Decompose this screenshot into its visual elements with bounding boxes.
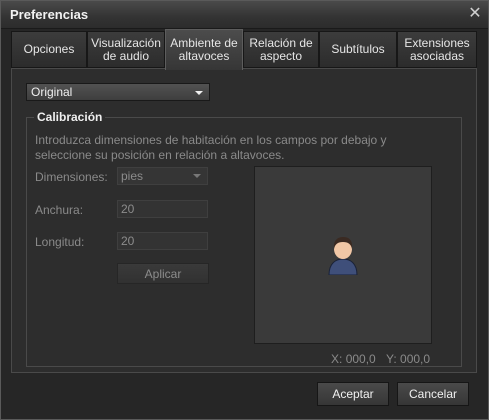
y-label: Y: — [386, 352, 397, 366]
calibration-description: Introduzca dimensiones de habitación en … — [35, 133, 387, 162]
dimensions-select[interactable]: pies — [117, 167, 208, 185]
title-bar[interactable]: Preferencias ✕ — [1, 1, 488, 29]
dimensions-label: Dimensiones: — [35, 170, 108, 184]
x-label: X: — [331, 352, 343, 366]
dimensions-arrow-icon — [193, 174, 201, 178]
window-title: Preferencias — [10, 7, 89, 22]
length-label: Longitud: — [35, 235, 85, 249]
tab-visualizacion-audio[interactable]: Visualización de audio — [87, 31, 165, 68]
apply-button-label: Aplicar — [144, 266, 182, 281]
mode-select[interactable]: Original — [26, 83, 210, 101]
close-icon[interactable]: ✕ — [467, 6, 483, 22]
apply-button[interactable]: Aplicar — [117, 263, 209, 284]
y-value: 000,0 — [400, 352, 431, 366]
user-avatar-icon[interactable] — [327, 235, 359, 275]
cancel-button-label: Cancelar — [408, 387, 458, 401]
tab-bar: Opciones Visualización de audio Ambiente… — [11, 29, 477, 70]
length-input[interactable]: 20 — [117, 232, 208, 250]
x-value: 000,0 — [345, 352, 376, 366]
accept-button[interactable]: Aceptar — [317, 382, 389, 406]
accept-button-label: Aceptar — [332, 387, 374, 401]
tab-extensiones-asociadas[interactable]: Extensiones asociadas — [397, 31, 477, 68]
mode-select-value: Original — [31, 85, 73, 99]
width-label: Anchura: — [35, 203, 84, 217]
y-coordinate: Y: 000,0 — [386, 352, 430, 366]
x-coordinate: X: 000,0 — [331, 352, 376, 366]
tab-ambiente-altavoces[interactable]: Ambiente de altavoces — [165, 29, 243, 70]
tab-subtitulos[interactable]: Subtítulos — [319, 31, 397, 68]
room-position-canvas[interactable] — [254, 166, 432, 344]
cancel-button[interactable]: Cancelar — [397, 382, 469, 406]
calibration-title: Calibración — [34, 110, 106, 124]
tab-opciones[interactable]: Opciones — [11, 31, 87, 68]
tab-relacion-aspecto[interactable]: Relación de aspecto — [243, 31, 319, 68]
dimensions-value: pies — [121, 169, 144, 183]
dropdown-arrow-icon — [195, 91, 203, 95]
width-input[interactable]: 20 — [117, 200, 208, 218]
